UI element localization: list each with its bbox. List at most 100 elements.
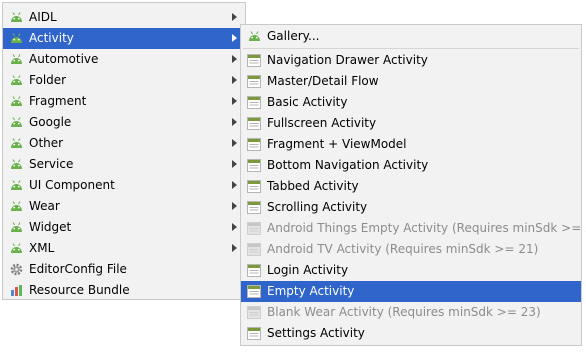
submenu-arrow-icon — [232, 160, 237, 168]
menu-item-basic-activity-label: Basic Activity — [267, 95, 348, 109]
menu-item-wear-label: Wear — [29, 199, 60, 213]
menu-item-other[interactable]: Other — [3, 133, 245, 154]
android-icon — [247, 29, 261, 43]
template-icon — [247, 221, 261, 235]
menu-item-fullscreen-activity[interactable]: Fullscreen Activity — [241, 113, 581, 134]
android-icon — [9, 115, 23, 129]
menu-item-login-activity[interactable]: Login Activity — [241, 260, 581, 281]
menu-item-editorconfig-file[interactable]: EditorConfig File — [3, 259, 245, 280]
submenu-arrow-icon — [232, 76, 237, 84]
android-icon — [9, 241, 23, 255]
menu-item-resource-bundle[interactable]: Resource Bundle — [3, 280, 245, 301]
menu-item-tabbed-activity-label: Tabbed Activity — [267, 179, 359, 193]
menu-item-scrolling-activity-label: Scrolling Activity — [267, 200, 368, 214]
template-icon — [247, 263, 261, 277]
menu-item-aidl-label: AIDL — [29, 10, 57, 24]
menu-item-xml[interactable]: XML — [3, 238, 245, 259]
menu-item-aidl[interactable]: AIDL — [3, 7, 245, 28]
submenu-arrow-icon — [232, 202, 237, 210]
android-icon — [9, 136, 23, 150]
menu-item-login-activity-label: Login Activity — [267, 263, 349, 277]
menu-item-automotive[interactable]: Automotive — [3, 49, 245, 70]
menu-item-bottom-navigation-activity-label: Bottom Navigation Activity — [267, 158, 429, 172]
menu-item-ui-component[interactable]: UI Component — [3, 175, 245, 196]
android-icon — [9, 199, 23, 213]
android-icon — [9, 94, 23, 108]
menu-item-master-detail-flow[interactable]: Master/Detail Flow — [241, 71, 581, 92]
submenu-arrow-icon — [232, 97, 237, 105]
template-icon — [247, 95, 261, 109]
menu-item-empty-activity[interactable]: Empty Activity — [241, 281, 581, 302]
menu-item-folder-label: Folder — [29, 73, 67, 87]
menu-item-xml-label: XML — [29, 241, 55, 255]
submenu-arrow-icon — [232, 55, 237, 63]
menu-item-gallery[interactable]: Gallery... — [241, 26, 581, 47]
template-icon — [247, 53, 261, 67]
android-icon — [9, 73, 23, 87]
menu-item-fragment[interactable]: Fragment — [3, 91, 245, 112]
menu-item-fragment-viewmodel[interactable]: Fragment + ViewModel — [241, 134, 581, 155]
android-icon — [9, 220, 23, 234]
menu-item-automotive-label: Automotive — [29, 52, 99, 66]
menu-item-wear[interactable]: Wear — [3, 196, 245, 217]
menu-item-settings-activity-label: Settings Activity — [267, 326, 365, 340]
menu-item-service[interactable]: Service — [3, 154, 245, 175]
activity-submenu: Gallery... Navigation Drawer Activity Mast… — [240, 24, 586, 346]
menu-item-widget[interactable]: Widget — [3, 217, 245, 238]
template-icon — [247, 242, 261, 256]
menu-item-tabbed-activity[interactable]: Tabbed Activity — [241, 176, 581, 197]
android-icon — [9, 10, 23, 24]
menu-item-activity[interactable]: Activity — [3, 28, 245, 49]
submenu-arrow-icon — [232, 244, 237, 252]
menu-item-google[interactable]: Google — [3, 112, 245, 133]
template-icon — [247, 326, 261, 340]
menu-item-other-label: Other — [29, 136, 64, 150]
menu-item-widget-label: Widget — [29, 220, 72, 234]
template-icon — [247, 137, 261, 151]
menu-item-fullscreen-activity-label: Fullscreen Activity — [267, 116, 377, 130]
menu-item-navigation-drawer-activity-label: Navigation Drawer Activity — [267, 53, 428, 67]
context-menu-stage: AIDL Activity Automotive Folder Fragment Goog… — [0, 0, 586, 354]
menu-item-master-detail-flow-label: Master/Detail Flow — [267, 74, 379, 88]
menu-item-folder[interactable]: Folder — [3, 70, 245, 91]
template-icon — [247, 284, 261, 298]
menu-item-android-things-empty-activity-requires-minsdk-24: Android Things Empty Activity (Requires … — [241, 218, 586, 239]
menu-item-blank-wear-activity-requires-minsdk-23-label: Blank Wear Activity (Requires minSdk >= … — [267, 305, 541, 319]
submenu-arrow-icon — [232, 223, 237, 231]
submenu-arrow-icon — [232, 34, 237, 42]
new-submenu: AIDL Activity Automotive Folder Fragment Goog… — [2, 2, 246, 300]
menu-item-blank-wear-activity-requires-minsdk-23: Blank Wear Activity (Requires minSdk >= … — [241, 302, 581, 323]
submenu-arrow-icon — [232, 181, 237, 189]
menu-item-ui-component-label: UI Component — [29, 178, 115, 192]
submenu-arrow-icon — [232, 139, 237, 147]
template-icon — [247, 179, 261, 193]
submenu-arrow-icon — [232, 13, 237, 21]
menu-separator — [243, 48, 579, 49]
menu-item-gallery-label: Gallery... — [267, 29, 320, 43]
menu-item-activity-label: Activity — [29, 31, 74, 45]
resource-bundle-icon — [9, 283, 23, 297]
menu-item-scrolling-activity[interactable]: Scrolling Activity — [241, 197, 581, 218]
menu-item-android-tv-activity-requires-minsdk-21-label: Android TV Activity (Requires minSdk >= … — [267, 242, 539, 256]
menu-item-android-tv-activity-requires-minsdk-21: Android TV Activity (Requires minSdk >= … — [241, 239, 581, 260]
menu-item-fragment-viewmodel-label: Fragment + ViewModel — [267, 137, 407, 151]
menu-item-basic-activity[interactable]: Basic Activity — [241, 92, 581, 113]
template-icon — [247, 116, 261, 130]
menu-item-bottom-navigation-activity[interactable]: Bottom Navigation Activity — [241, 155, 581, 176]
menu-item-service-label: Service — [29, 157, 74, 171]
gear-icon — [9, 262, 23, 276]
menu-item-resource-bundle-label: Resource Bundle — [29, 283, 130, 297]
menu-item-android-things-empty-activity-requires-minsdk-24-label: Android Things Empty Activity (Requires … — [267, 221, 586, 235]
android-icon — [9, 52, 23, 66]
menu-item-empty-activity-label: Empty Activity — [267, 284, 355, 298]
menu-item-navigation-drawer-activity[interactable]: Navigation Drawer Activity — [241, 50, 581, 71]
menu-item-google-label: Google — [29, 115, 72, 129]
template-icon — [247, 158, 261, 172]
android-icon — [9, 31, 23, 45]
template-icon — [247, 305, 261, 319]
menu-item-settings-activity[interactable]: Settings Activity — [241, 323, 581, 344]
android-icon — [9, 178, 23, 192]
template-icon — [247, 200, 261, 214]
template-icon — [247, 74, 261, 88]
menu-item-fragment-label: Fragment — [29, 94, 87, 108]
